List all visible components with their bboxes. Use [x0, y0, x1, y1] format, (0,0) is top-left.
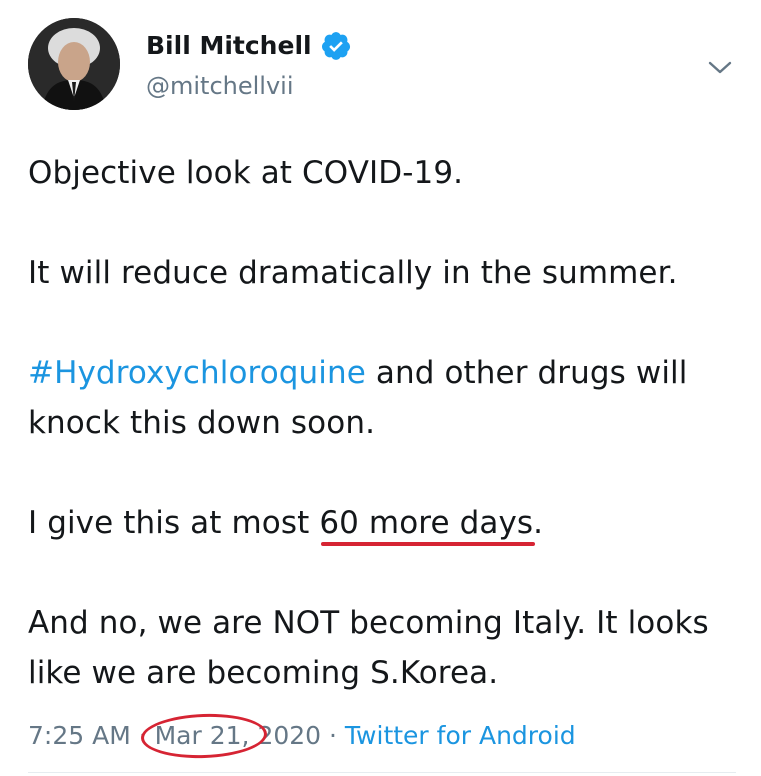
tweet-line-4: I give this at most 60 more days.	[28, 498, 748, 548]
highlighted-phrase-text: 60 more days	[319, 505, 534, 541]
tweet-date[interactable]: Mar 21	[155, 721, 242, 750]
tweet-time[interactable]: 7:25 AM	[28, 721, 131, 750]
tweet-line-4-pre: I give this at most	[28, 505, 320, 541]
hashtag-link[interactable]: #Hydroxychloroquine	[28, 355, 366, 391]
avatar-image	[28, 18, 120, 110]
tweet-line-2: It will reduce dramatically in the summe…	[28, 255, 678, 291]
chevron-down-icon	[708, 61, 732, 74]
author-handle[interactable]: @mitchellvii	[146, 66, 352, 106]
tweet-line-5: And no, we are NOT becoming Italy. It lo…	[28, 605, 709, 691]
display-name[interactable]: Bill Mitchell	[146, 26, 312, 66]
author-block[interactable]: Bill Mitchell @mitchellvii	[146, 26, 352, 106]
tweet-line-4-post: .	[533, 505, 544, 541]
red-underline-annotation	[321, 542, 536, 546]
highlighted-phrase: 60 more days	[319, 498, 536, 548]
meta-separator: ·	[321, 721, 345, 750]
tweet-source-link[interactable]: Twitter for Android	[345, 721, 576, 750]
verified-badge-icon	[320, 30, 352, 62]
avatar[interactable]	[28, 18, 120, 110]
tweet-line-3: #Hydroxychloroquine and other drugs will…	[28, 348, 748, 448]
tweet-year[interactable]: , 2020	[242, 721, 322, 750]
tweet-line-1: Objective look at COVID-19.	[28, 155, 464, 191]
tweet-card: Bill Mitchell @mitchellvii Objective loo…	[0, 0, 761, 776]
more-options-button[interactable]	[700, 50, 740, 86]
tweet-date-wrap: Mar 21	[139, 711, 268, 761]
divider	[28, 772, 736, 773]
display-name-row: Bill Mitchell	[146, 26, 352, 66]
tweet-meta: 7:25 AM · Mar 21, 2020 · Twitter for And…	[28, 711, 576, 761]
tweet-text: Objective look at COVID-19. It will redu…	[28, 148, 748, 698]
meta-separator: ·	[130, 721, 155, 750]
